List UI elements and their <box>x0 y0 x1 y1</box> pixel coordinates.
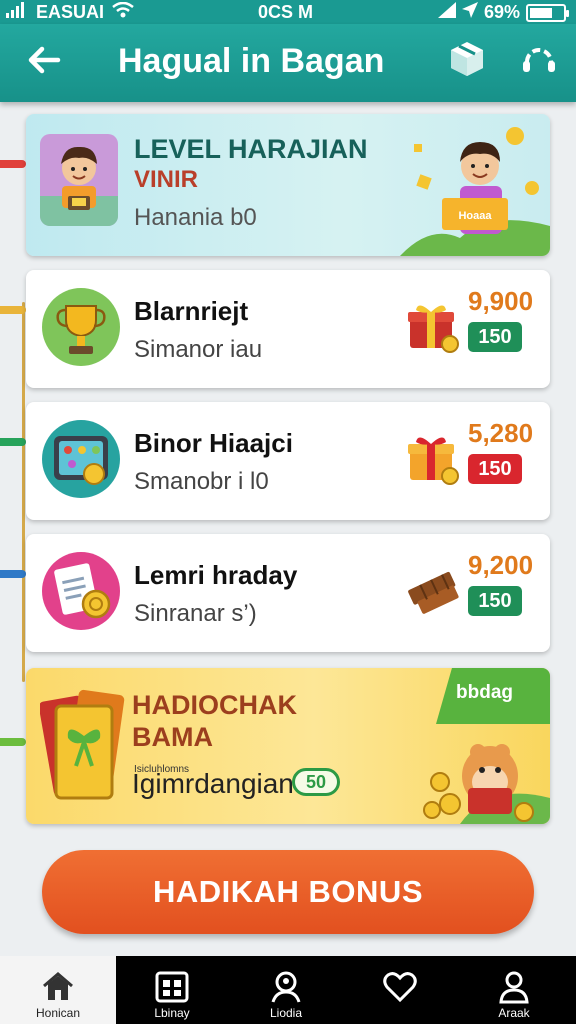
level-card[interactable]: LEVEL HARAJIAN VINIR Hanania b0 Hoaaa <box>26 114 550 256</box>
list-item[interactable]: Blarnriejt Simanor iau 9,900 150 <box>26 270 550 388</box>
signal-strength-icon <box>437 2 456 23</box>
nav-item-profile[interactable]: Araak <box>458 956 570 1024</box>
sign-text: Hoaaa <box>458 210 492 222</box>
item-subtitle: Smanobr i l0 <box>134 468 269 495</box>
promo-description: Igimrdangiane <box>132 768 310 799</box>
mascot-illustration <box>420 712 550 824</box>
promo-card[interactable]: HADIOCHAK BAMA Isicluhlomns Igimrdangian… <box>26 668 550 824</box>
list-item[interactable]: Binor Hiaajci Smanobr i l0 5,280 150 <box>26 402 550 520</box>
hero-subtitle: VINIR <box>134 166 199 193</box>
battery-percent: 69% <box>483 2 520 22</box>
nav-item-favorites[interactable] <box>344 956 456 1024</box>
nav-item-location[interactable]: Liodia <box>230 956 342 1024</box>
promo-title-line2: BAMA <box>132 722 213 752</box>
bonus-button[interactable]: HADIKAH BONUS <box>42 850 534 934</box>
nav-label: Liodia <box>269 1006 303 1020</box>
item-subtitle: Simanor iau <box>134 336 263 363</box>
location-icon <box>461 2 478 23</box>
nav-item-home[interactable]: Honican <box>0 956 116 1024</box>
timeline-marker <box>0 306 26 314</box>
home-icon <box>43 972 73 1000</box>
promo-tag-label: bbdag <box>456 682 513 703</box>
timeline-marker <box>0 570 26 578</box>
status-bar: EASUAI 0CS M 69% <box>0 0 576 24</box>
signal-icon <box>6 2 28 23</box>
reward-badge[interactable]: 150 <box>468 454 522 484</box>
promo-value-pill[interactable]: 50 <box>292 768 340 796</box>
points-value: 9,200 <box>468 550 534 580</box>
gift-box-icon <box>406 432 460 486</box>
hero-title: LEVEL HARAJIAN <box>134 134 368 164</box>
grid-calendar-icon <box>155 971 189 1003</box>
trophy-icon <box>42 288 120 366</box>
points-value: 5,280 <box>468 418 534 448</box>
document-coin-icon <box>42 552 120 630</box>
reward-badge[interactable]: 150 <box>468 322 522 352</box>
timeline-line <box>22 302 25 682</box>
voucher-tickets-icon <box>38 686 128 806</box>
list-item[interactable]: Lemri hraday Sinranar s’) 9,200 150 <box>26 534 550 652</box>
cube-box-icon[interactable] <box>446 38 488 80</box>
timeline-marker <box>0 160 26 168</box>
headset-icon[interactable] <box>518 38 560 80</box>
carrier-name: EASUAI <box>36 2 105 22</box>
item-title: Blarnriejt <box>134 296 249 326</box>
bottom-navigation: Honican Lbinay Liodia Araak <box>0 956 576 1024</box>
app-bar: Hagual in Bagan <box>0 24 576 102</box>
heart-icon <box>383 972 417 1003</box>
nav-label: Araak <box>498 1006 530 1020</box>
promo-title: HADIOCHAK <box>132 690 297 720</box>
user-icon <box>499 971 529 1004</box>
item-title: Binor Hiaajci <box>134 428 293 458</box>
item-title: Lemri hraday <box>134 560 298 590</box>
points-value: 9,900 <box>468 286 534 316</box>
back-arrow-icon[interactable] <box>24 40 64 80</box>
hero-meta: Hanania b0 <box>134 204 257 231</box>
nav-item-library[interactable]: Lbinay <box>116 956 228 1024</box>
wifi-icon <box>112 1 134 23</box>
character-illustration: Hoaaa <box>400 114 550 256</box>
status-time: 0CS M <box>258 2 314 22</box>
battery-icon <box>526 3 569 22</box>
timeline-marker <box>0 738 26 746</box>
reward-badge[interactable]: 150 <box>468 586 522 616</box>
item-subtitle: Sinranar s’) <box>134 600 257 627</box>
timeline-marker <box>0 438 26 446</box>
page-title: Hagual in Bagan <box>118 42 385 80</box>
nav-label: Honican <box>35 1006 81 1020</box>
gift-box-icon <box>406 300 460 354</box>
tablet-game-icon <box>42 420 120 498</box>
person-pin-icon <box>271 971 301 1003</box>
nav-label: Lbinay <box>154 1006 190 1020</box>
avatar <box>40 134 118 226</box>
chocolate-bar-icon <box>406 564 460 618</box>
